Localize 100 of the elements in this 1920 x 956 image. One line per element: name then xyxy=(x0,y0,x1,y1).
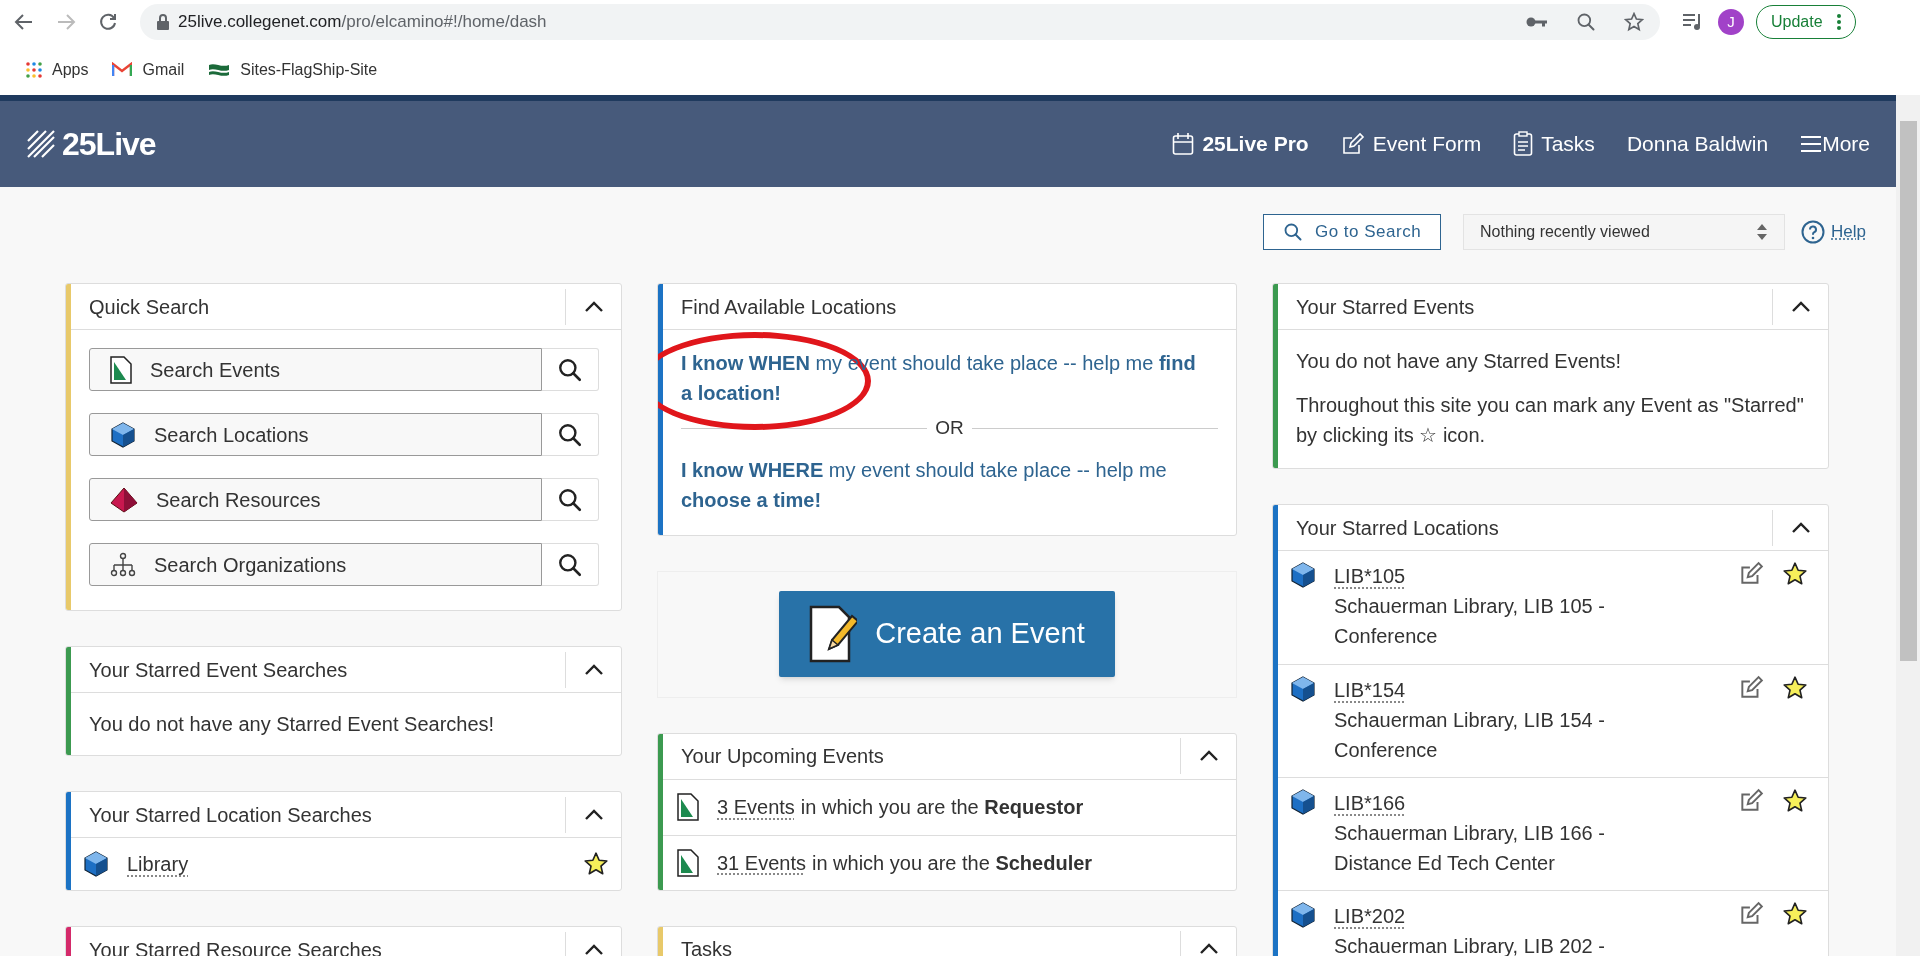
bookmark-link[interactable]: Sites-FlagShip-Site xyxy=(208,57,378,82)
or-separator: OR xyxy=(935,416,964,440)
zoom-out-icon xyxy=(1576,12,1596,32)
edit-icon[interactable] xyxy=(1738,788,1764,814)
starred-hint-text: Throughout this site you can mark any Event as "Starred" by clicking its ☆ icon. xyxy=(1296,393,1805,448)
org-chart-icon xyxy=(110,551,136,578)
bookmark-star-icon xyxy=(1624,12,1644,32)
panel-message: You do not have any Starred Event Searches! xyxy=(89,712,496,737)
nav-link[interactable]: Donna Baldwin xyxy=(1626,128,1769,160)
star-icon[interactable] xyxy=(1782,901,1808,927)
bookmark-link[interactable]: Gmail xyxy=(112,57,185,82)
panel-title: Your Starred Event Searches xyxy=(88,657,349,683)
location-link[interactable]: LIB*166 xyxy=(1334,788,1406,818)
logo-rays-icon xyxy=(26,129,56,159)
cube-icon xyxy=(1290,675,1316,703)
help-icon xyxy=(1801,220,1826,244)
cube-icon xyxy=(83,850,109,878)
apps-grid-icon xyxy=(26,61,42,78)
panel-title: Tasks xyxy=(680,937,734,956)
logo-text: 25Live xyxy=(62,125,156,164)
address-bar[interactable]: 25live.collegenet.com/pro/elcamino#!/home/dash xyxy=(140,4,1660,40)
search-button[interactable] xyxy=(542,413,599,456)
collapse-caret-icon xyxy=(583,300,604,313)
location-description: Schauerman Library, LIB 154 - Conference xyxy=(1334,708,1606,763)
events-link[interactable]: 3 Events xyxy=(717,792,795,822)
go-to-search-button[interactable]: Go to Search xyxy=(1263,214,1442,250)
location-link[interactable]: LIB*202 xyxy=(1334,901,1406,931)
edit-icon[interactable] xyxy=(1738,675,1764,701)
search-icon xyxy=(557,551,583,578)
cube-icon xyxy=(1290,561,1316,589)
bookmark-link[interactable]: Apps xyxy=(26,57,89,82)
cube-icon xyxy=(1290,788,1316,816)
search-icon xyxy=(557,486,583,513)
collapse-caret-icon xyxy=(583,808,604,821)
cube-icon xyxy=(110,420,136,449)
recent-dropdown[interactable]: Nothing recently viewed xyxy=(1463,214,1786,250)
location-link[interactable]: LIB*154 xyxy=(1334,675,1406,705)
location-link[interactable]: LIB*105 xyxy=(1334,561,1406,591)
location-description: Schauerman Library, LIB 166 - Distance Ed Tech Center xyxy=(1334,821,1606,876)
reload-icon xyxy=(98,12,118,32)
star-icon[interactable] xyxy=(1782,788,1808,814)
sort-arrows-icon xyxy=(1756,223,1769,241)
collapse-caret-icon xyxy=(583,943,604,956)
search-type-button[interactable]: Search Locations xyxy=(89,413,542,456)
nav-link[interactable]: More xyxy=(1800,128,1870,160)
saved-search-link[interactable]: Library xyxy=(127,849,189,879)
clipboard-icon xyxy=(1513,131,1534,157)
back-arrow-icon xyxy=(14,12,34,32)
panel-title: Your Starred Location Searches xyxy=(88,802,373,828)
choose-time-link[interactable]: I know WHERE my event should take place -- help me choose a time! xyxy=(681,454,1201,515)
events-link[interactable]: 31 Events xyxy=(717,847,806,878)
events-description: in which you are the Scheduler xyxy=(811,850,1093,876)
panel-title: Your Upcoming Events xyxy=(680,744,885,769)
key-icon xyxy=(1526,15,1548,29)
nav-link[interactable]: Tasks xyxy=(1513,128,1595,160)
panel-title: Your Starred Resource Searches xyxy=(88,937,383,956)
search-button[interactable] xyxy=(542,478,599,521)
location-description: Schauerman Library, LIB 105 - Conference xyxy=(1334,594,1606,649)
flag-logo-icon xyxy=(208,61,231,78)
search-type-button[interactable]: Search Resources xyxy=(89,478,542,521)
event-document-icon xyxy=(677,793,699,821)
event-document-icon xyxy=(677,848,699,877)
events-description: in which you are the Requestor xyxy=(800,795,1084,820)
star-icon[interactable] xyxy=(583,851,609,877)
search-button[interactable] xyxy=(542,348,599,391)
url-host: 25live.collegenet.com xyxy=(178,12,342,32)
search-icon xyxy=(557,356,583,383)
panel-message: You do not have any Starred Events! xyxy=(1296,349,1623,374)
lock-icon xyxy=(156,14,170,30)
edit-icon[interactable] xyxy=(1738,901,1764,927)
search-icon xyxy=(557,421,583,448)
search-button[interactable] xyxy=(542,543,599,586)
panel-title: Your Starred Locations xyxy=(1295,515,1500,541)
search-icon xyxy=(1282,222,1303,242)
help-link[interactable]: Help xyxy=(1831,219,1866,245)
search-type-button[interactable]: Search Organizations xyxy=(89,543,542,586)
calendar-icon xyxy=(1172,132,1195,156)
search-type-button[interactable]: Search Events xyxy=(89,348,542,391)
edit-icon xyxy=(1340,132,1365,156)
dropdown-value: Nothing recently viewed xyxy=(1480,222,1650,242)
event-document-icon xyxy=(110,355,132,384)
star-icon[interactable] xyxy=(1782,561,1808,587)
nav-link[interactable]: 25Live Pro xyxy=(1172,128,1309,160)
scrollbar[interactable] xyxy=(1896,95,1920,956)
panel-title: Find Available Locations xyxy=(680,294,898,320)
document-pencil-icon xyxy=(809,605,858,663)
collapse-caret-icon xyxy=(1198,750,1219,762)
create-event-button[interactable]: Create an Event xyxy=(779,591,1115,677)
star-icon[interactable] xyxy=(1782,675,1808,701)
collapse-caret-icon xyxy=(1790,521,1811,534)
mail-icon xyxy=(112,62,133,77)
panel-title: Your Starred Events xyxy=(1295,294,1476,320)
profile-avatar[interactable]: J xyxy=(1718,9,1744,35)
collapse-caret-icon xyxy=(583,663,604,676)
forward-arrow-icon xyxy=(56,12,76,32)
edit-icon[interactable] xyxy=(1738,561,1764,587)
url-path: /pro/elcamino#!/home/dash xyxy=(341,12,547,32)
panel-title: Quick Search xyxy=(88,294,211,320)
pyramid-icon xyxy=(110,486,138,513)
nav-link[interactable]: Event Form xyxy=(1340,128,1482,160)
